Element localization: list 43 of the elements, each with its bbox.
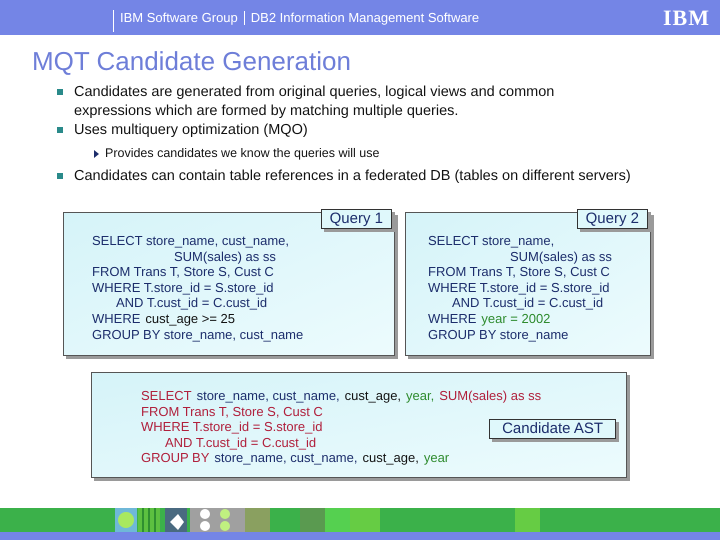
code-text: year <box>424 450 450 466</box>
code-text: FROM Trans T, Store S, Cust C <box>428 264 610 280</box>
code-text: SELECT <box>141 388 192 404</box>
bullet-text: Candidates can contain table references in a federated DB (tables on different servers) <box>74 167 632 186</box>
code-text: GROUP BY <box>141 450 210 466</box>
code-text: year = 2002 <box>481 310 550 327</box>
code-text: store_name, cust_name, <box>196 388 340 404</box>
triangle-bullet-icon <box>94 150 99 158</box>
code-text: GROUP BY store_name, cust_name <box>92 326 304 342</box>
code-text: AND T.cust_id = C.cust_id <box>452 295 604 311</box>
query-label: Query 1 <box>320 209 392 229</box>
code-text: SUM(sales) as ss <box>174 248 276 264</box>
code-text: WHERE T.store_id = S.store_id <box>428 280 610 296</box>
code-text: WHERE T.store_id = S.store_id <box>141 419 322 435</box>
code-text: cust_age, <box>362 450 419 466</box>
code-text: store_name, cust_name, <box>214 450 358 466</box>
bullet-icon <box>57 173 63 179</box>
code-text: AND T.cust_id = C.cust_id <box>116 295 268 311</box>
bullet-icon <box>57 89 63 95</box>
code-text: FROM Trans T, Store S, Cust C <box>141 404 323 420</box>
code-text: cust_age, <box>344 388 402 404</box>
slide-title: MQT Candidate Generation <box>32 45 352 77</box>
bullet-text: Candidates are generated from original queries, logical views and common expressions which are formed by matching multiple queries. <box>74 83 556 121</box>
code-text: AND T.cust_id = C.cust_id <box>165 434 316 450</box>
code-text: SELECT store_name, <box>428 233 554 249</box>
code-text: FROM Trans T, Store S, Cust C <box>92 264 274 280</box>
bullet-icon <box>57 127 63 133</box>
code-text: SUM(sales) as ss <box>439 388 542 404</box>
header-group-text: IBM Software Group <box>120 8 238 27</box>
query-label: Query 2 <box>576 209 648 229</box>
bullet-text: Uses multiquery optimization (MQO) <box>74 121 309 140</box>
code-text: SELECT store_name, cust_name, <box>92 233 290 249</box>
code-text: WHERE T.store_id = S.store_id <box>92 280 274 296</box>
code-text: cust_age >= 25 <box>145 310 236 327</box>
code-text: WHERE <box>428 310 476 327</box>
code-text: GROUP BY store_name <box>428 326 568 342</box>
code-text: SUM(sales) as ss <box>510 248 612 264</box>
sub-bullet-text: Provides candidates we know the queries will use <box>105 145 380 162</box>
header-product-text: DB2 Information Management Software <box>250 8 480 27</box>
code-text: WHERE <box>92 310 140 327</box>
code-text: year, <box>406 388 434 404</box>
candidate-label: Candidate AST <box>489 419 616 439</box>
ibm-logo: IBM <box>663 4 710 32</box>
